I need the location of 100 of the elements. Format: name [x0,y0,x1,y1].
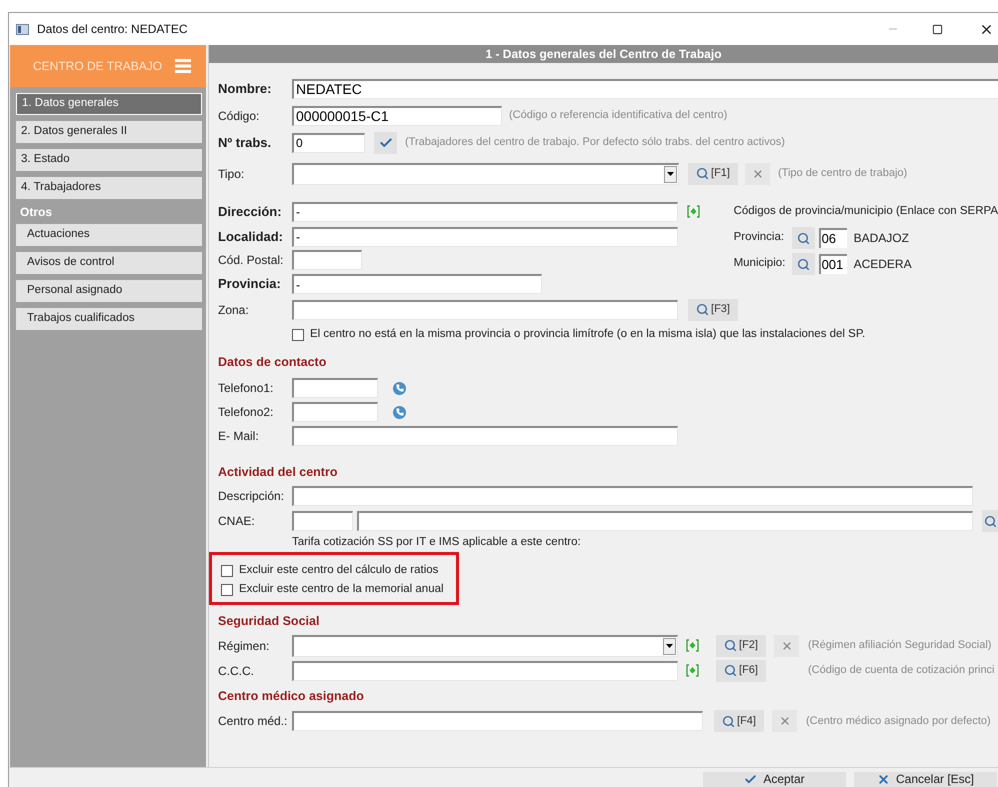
zone-field[interactable] [292,300,678,320]
search-icon [724,639,738,652]
search-icon [724,664,738,677]
field-label: Provincia: [218,275,282,294]
address-field[interactable]: - [292,202,678,222]
field-label: Nombre: [218,80,272,98]
field-hint: (Código o referencia identificativa del centro) [509,108,728,124]
checkbox-label: Excluir este centro del cálculo de ratios [239,562,438,578]
province-field[interactable]: - [292,274,542,294]
lookup-button[interactable]: [F1] [688,162,738,184]
menu-icon[interactable] [175,59,192,73]
sidebar-item[interactable]: Personal asignado [16,280,202,302]
field-label: Localidad: [218,228,284,246]
maximize-icon[interactable] [932,24,943,34]
panel-title: 1 - Datos generales del Centro de Trabajo [485,46,722,63]
section-title: Centro médico asignado [218,688,364,705]
search-icon [722,714,736,728]
lookup-button[interactable] [792,253,815,275]
phone-icon[interactable] [393,406,406,418]
field-label: Provincia: [734,230,786,246]
window-icon [16,24,29,34]
serpa-title: Códigos de provincia/municipio (Enlace con SERPA [734,204,998,220]
field-hint: (Tipo de centro de trabajo) [778,166,908,182]
field-label: Telefono2: [218,404,274,421]
cnae-code-field[interactable] [292,511,353,531]
sidebar-item[interactable]: 1. Datos generales [16,93,202,115]
lookup-button[interactable] [982,510,998,532]
field-label: Cód. Postal: [218,252,284,269]
sync-icon[interactable] [687,205,700,218]
field-label: E- Mail: [218,428,260,445]
lookup-button[interactable]: [F3] [688,298,738,320]
regime-dropdown[interactable] [292,634,678,656]
sidebar-item[interactable]: 2. Datos generales II [16,121,202,143]
sidebar-item[interactable]: 3. Estado [16,149,202,171]
code-field[interactable]: 000000015-C1 [292,106,502,126]
sidebar-item[interactable]: 4. Trabajadores [16,177,202,199]
phone-field[interactable] [292,402,378,422]
email-field[interactable] [292,426,678,446]
confirm-button[interactable] [374,132,397,154]
phone-field[interactable] [292,378,378,398]
phone-icon[interactable] [393,382,406,394]
postal-code-field[interactable] [292,250,362,270]
clear-button[interactable] [772,710,797,732]
checkbox-label: El centro no está en la misma provincia o provincia limítrofe (o en la misma isla) que las instalaciones del SP. [310,327,866,342]
field-hint: (Centro médico asignado por defecto) [806,714,991,729]
cancel-icon [876,773,890,786]
description-field[interactable] [292,486,973,506]
sync-icon[interactable] [686,639,699,652]
cancel-button[interactable]: Cancelar [Esc] [854,772,997,787]
clear-button[interactable] [745,162,770,184]
field-label: Tipo: [218,166,246,182]
sync-icon[interactable] [686,664,699,677]
search-icon [696,303,710,316]
group-title: Otros [19,205,54,219]
field-label: Nº trabs. [218,134,272,152]
field-hint: (Régimen afiliación Seguridad Social) [808,638,992,654]
field-label: Municipio: [734,256,786,272]
field-label: Régimen: [218,638,270,654]
search-icon [796,232,810,244]
field-label: CNAE: [218,513,256,530]
lookup-button[interactable]: [F6] [716,660,766,682]
lookup-button[interactable]: [F2] [716,634,766,656]
checkbox[interactable] [221,584,233,596]
sidebar-item[interactable]: Avisos de control [16,252,202,274]
section-title: Datos de contacto [218,354,326,371]
close-icon [778,715,790,727]
checkbox[interactable] [221,564,233,576]
search-icon [984,514,996,528]
accept-button[interactable]: Aceptar [703,772,846,787]
search-icon [796,258,810,270]
checkbox[interactable] [292,329,304,341]
field-label: Centro méd.: [218,713,288,730]
section-title: Seguridad Social [218,612,320,630]
close-icon [780,640,792,652]
field-label: Telefono1: [218,380,274,397]
check-icon [378,136,392,150]
sidebar-item[interactable]: Trabajos cualificados [16,308,202,330]
type-dropdown[interactable] [292,162,679,184]
field-label: Zona: [218,302,250,318]
locality-field[interactable]: - [292,226,678,246]
ccc-field[interactable] [292,660,678,680]
tariff-note: Tarifa cotización SS por IT e IMS aplicable a este centro: [292,535,581,550]
code-field[interactable]: 001 [818,254,847,274]
medical-center-field[interactable] [292,711,703,731]
field-label: Código: [218,108,260,124]
clear-button[interactable] [774,634,799,656]
search-icon [696,167,710,180]
lookup-button[interactable] [792,227,815,249]
sidebar-item[interactable]: Actuaciones [16,224,202,246]
name-field[interactable]: NEDATEC [292,78,998,98]
lookup-button[interactable]: [F4] [714,710,764,732]
section-title: Actividad del centro [218,464,338,481]
field-hint: (Código de cuenta de cotización princi [808,663,995,678]
sidebar-title: CENTRO DE TRABAJO [33,58,162,75]
place-name: BADAJOZ [854,230,909,247]
code-field[interactable]: 06 [818,228,847,248]
field-hint: (Trabajadores del centro de trabajo. Por defecto sólo trabs. del centro activos) [405,135,785,150]
workers-field[interactable]: 0 [292,132,365,152]
close-icon [752,168,764,180]
cnae-description-field[interactable] [357,511,973,531]
